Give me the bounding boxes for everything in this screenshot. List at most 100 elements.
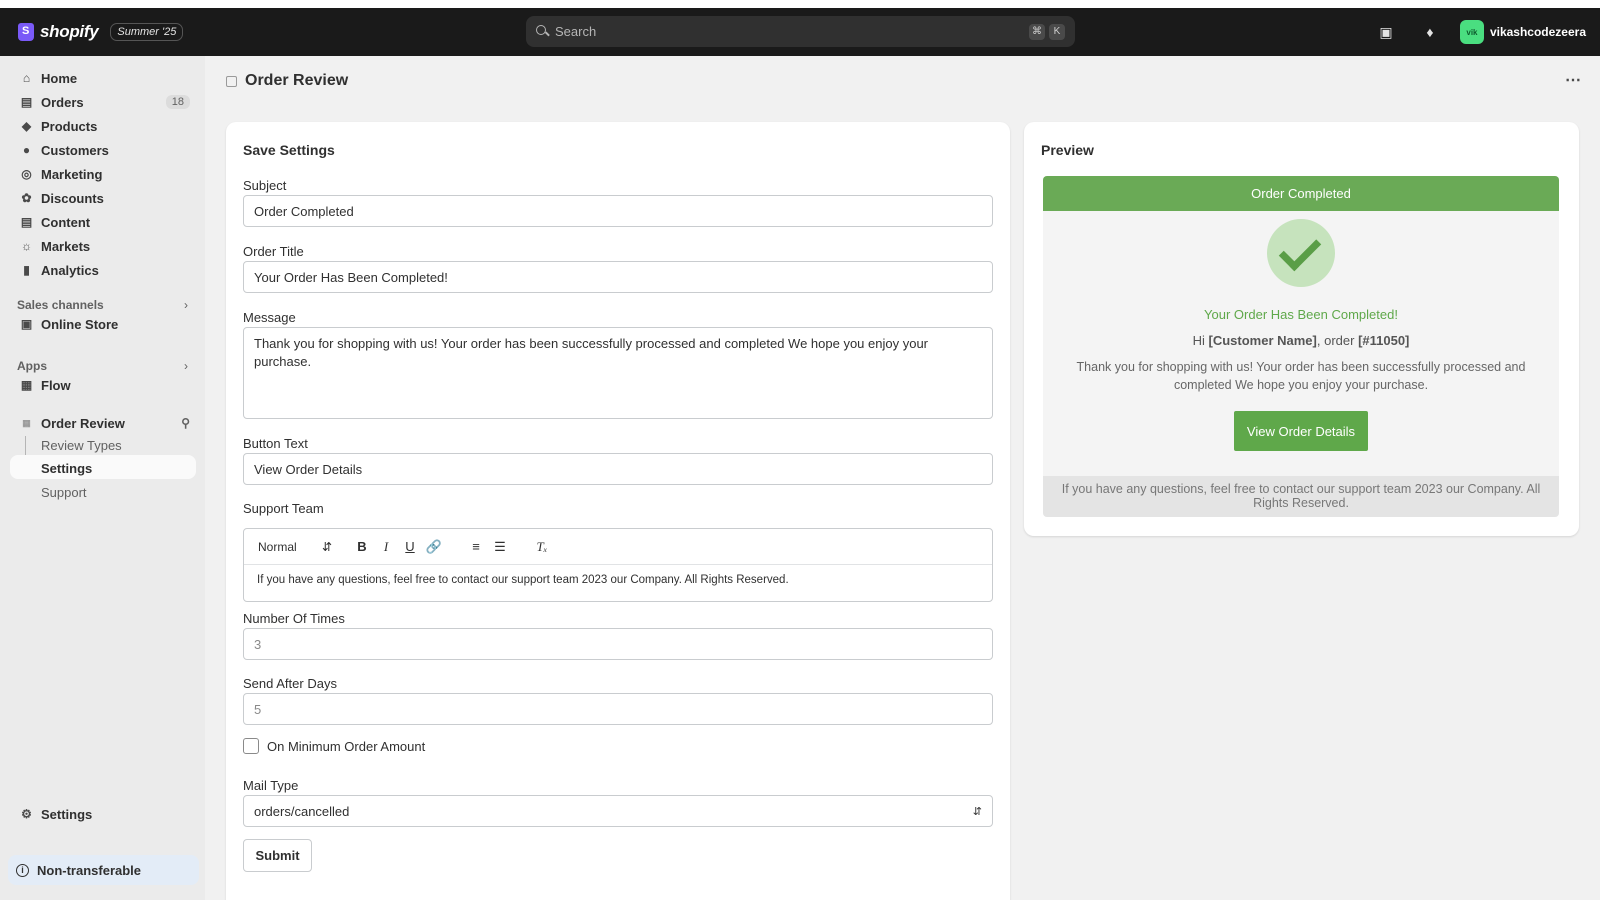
sidebar-item-products[interactable]: ◆ Products [10, 114, 196, 138]
email-header: Order Completed [1043, 176, 1559, 211]
greeting-hi: Hi [1192, 333, 1205, 348]
top-bar: shopify Summer '25 Search ⌘ K ▣ ♦ vik vi… [0, 8, 1600, 56]
button-text-label: Button Text [243, 436, 308, 451]
sidebar-item-flow[interactable]: ▦ Flow [10, 373, 196, 397]
subject-label: Subject [243, 178, 287, 193]
number-of-times-label: Number Of Times [243, 611, 345, 626]
select-arrows-icon: ⇵ [321, 539, 332, 554]
pin-icon[interactable]: ⚲ [181, 416, 190, 430]
underline-icon[interactable]: U [398, 535, 422, 559]
sidebar-item-orders[interactable]: ▤ Orders 18 [10, 90, 196, 114]
apps-heading[interactable]: Apps [17, 359, 47, 373]
active-item-highlight [10, 455, 196, 479]
sidebar-item-home[interactable]: ⌂ Home [10, 66, 196, 90]
chevron-right-icon[interactable]: › [184, 359, 188, 373]
min-order-checkbox[interactable] [243, 738, 259, 754]
search-icon [536, 25, 549, 38]
sidebar-item-settings[interactable]: ⚙ Settings [10, 802, 196, 826]
support-team-content[interactable]: If you have any questions, feel free to … [244, 565, 992, 595]
mail-type-value: orders/cancelled [254, 803, 350, 819]
bar-chart-icon: ▮ [23, 263, 30, 277]
email-preview: Order Completed Your Order Has Been Comp… [1043, 176, 1559, 517]
shopify-logo[interactable]: shopify Summer '25 [18, 22, 184, 42]
email-greeting: Hi [Customer Name], order [#11050] [1043, 333, 1559, 348]
card-title: Preview [1041, 142, 1094, 158]
non-transferable-label: Non-transferable [37, 862, 142, 878]
subject-field[interactable]: Order Completed [243, 195, 993, 227]
sidebar-item-label: Products [41, 118, 98, 134]
bullet-list-icon[interactable]: ☰ [488, 535, 512, 559]
order-title-label: Order Title [243, 244, 304, 259]
sidebar-item-label: Discounts [41, 190, 104, 206]
email-footer: If you have any questions, feel free to … [1043, 476, 1559, 517]
sidebar-item-online-store[interactable]: ▣ Online Store [10, 312, 196, 336]
sidebar-item-label: Online Store [41, 316, 119, 332]
sidebar-item-label: Settings [41, 806, 93, 822]
order-title-field[interactable]: Your Order Has Been Completed! [243, 261, 993, 293]
link-icon[interactable]: 🔗 [422, 535, 446, 559]
page-title: Order Review [226, 72, 348, 90]
send-after-days-field[interactable]: 5 [243, 693, 993, 725]
edition-badge[interactable]: Summer '25 [110, 23, 184, 41]
sidebar-item-analytics[interactable]: ▮ Analytics [10, 258, 196, 282]
sidebar-item-label: Content [41, 214, 91, 230]
shortcut-k-key: K [1049, 23, 1065, 40]
clear-format-icon[interactable]: Tₓ [530, 535, 554, 559]
sidebar-item-label: Markets [41, 238, 91, 254]
user-menu[interactable]: vik vikashcodezeera [1459, 20, 1586, 44]
app-icon: ▦ [22, 417, 31, 428]
select-arrows-icon: ⇵ [972, 805, 982, 818]
tag-icon: ◆ [21, 119, 32, 133]
sidebar-subitem-support[interactable]: Support [41, 485, 87, 500]
brand-name: shopify [40, 22, 99, 41]
card-title: Save Settings [243, 142, 335, 158]
ordered-list-icon[interactable]: ≡ [464, 535, 488, 559]
number-of-times-field[interactable]: 3 [243, 628, 993, 660]
shopify-bag-icon [18, 23, 34, 41]
bold-icon[interactable]: B [350, 535, 374, 559]
format-select[interactable]: Normal ⇵ [258, 540, 332, 554]
username: vikashcodezeera [1489, 25, 1586, 39]
sidebar-subitem-review-types[interactable]: Review Types [41, 438, 122, 453]
bell-icon[interactable]: ♦ [1416, 18, 1444, 46]
check-circle-icon [1267, 219, 1335, 287]
editor-toolbar: Normal ⇵ B I U 🔗 ≡ ☰ Tₓ [244, 529, 992, 565]
sidebar-item-content[interactable]: ▤ Content [10, 210, 196, 234]
sidebar-subitem-settings[interactable]: Settings [41, 461, 92, 476]
app-icon [226, 75, 237, 87]
sidekick-icon[interactable]: ▣ [1372, 18, 1400, 46]
search-placeholder: Search [555, 24, 597, 39]
main-content: Order Review ⋯ Save Settings Subject Ord… [205, 56, 1600, 900]
more-actions-icon[interactable]: ⋯ [1565, 70, 1582, 90]
non-transferable-banner[interactable]: i Non-transferable [8, 855, 199, 885]
view-order-details-button[interactable]: View Order Details [1234, 411, 1368, 451]
min-order-label: On Minimum Order Amount [267, 738, 426, 754]
search-bar[interactable]: Search ⌘ K [526, 16, 1075, 47]
shortcut-cmd-key: ⌘ [1029, 23, 1045, 40]
sidebar-item-label: Customers [41, 142, 109, 158]
info-icon: i [16, 863, 29, 877]
orders-icon: ▤ [20, 95, 33, 109]
sidebar-item-label: Marketing [41, 166, 103, 182]
message-textarea[interactable]: Thank you for shopping with us! Your ord… [243, 327, 993, 419]
italic-icon[interactable]: I [374, 535, 398, 559]
orders-count-badge: 18 [165, 95, 190, 109]
min-order-checkbox-row[interactable]: On Minimum Order Amount [243, 738, 425, 754]
customer-name-placeholder: [Customer Name] [1208, 333, 1317, 348]
sales-channels-heading[interactable]: Sales channels [17, 298, 104, 312]
avatar: vik [1459, 20, 1484, 44]
sidebar-item-markets[interactable]: ☼ Markets [10, 234, 196, 258]
mail-type-select[interactable]: orders/cancelled ⇵ [243, 795, 993, 827]
target-icon: ◎ [21, 167, 32, 181]
person-icon: ● [22, 143, 31, 157]
sidebar-item-order-review[interactable]: ▦ Order Review ⚲ [10, 411, 196, 435]
chevron-right-icon[interactable]: › [184, 298, 188, 312]
sidebar-item-marketing[interactable]: ◎ Marketing [10, 162, 196, 186]
sidebar-item-discounts[interactable]: ✿ Discounts [10, 186, 196, 210]
sidebar-item-customers[interactable]: ● Customers [10, 138, 196, 162]
globe-icon: ☼ [21, 239, 32, 253]
submit-button[interactable]: Submit [243, 839, 312, 872]
save-settings-card: Save Settings Subject Order Completed Or… [226, 122, 1010, 900]
button-text-field[interactable]: View Order Details [243, 453, 993, 485]
store-icon: ▣ [20, 317, 33, 331]
